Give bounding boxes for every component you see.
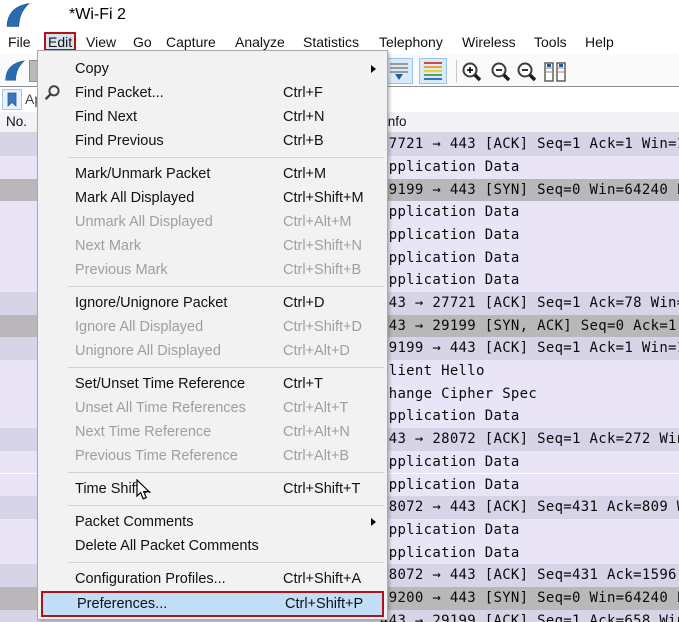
zoom-out-icon[interactable] [490,61,513,83]
menu-item-delete-all-packet-comments[interactable]: Delete All Packet Comments [38,534,387,558]
menu-separator [38,501,387,510]
menubar-item-help[interactable]: Help [585,30,614,55]
menu-item-packet-comments[interactable]: Packet Comments [38,510,387,534]
menu-separator [38,558,387,567]
menu-item-find-next[interactable]: Find NextCtrl+N [38,105,387,129]
menu-separator [38,363,387,372]
menu-separator [38,282,387,291]
menu-separator [38,468,387,477]
menu-item-previous-mark[interactable]: Previous MarkCtrl+Shift+B [38,258,387,282]
wireshark-fin-icon [4,2,31,28]
menubar-item-wireless[interactable]: Wireless [462,30,516,55]
menu-separator [38,153,387,162]
resize-columns-icon[interactable] [543,61,567,83]
menu-item-set-unset-time-reference[interactable]: Set/Unset Time ReferenceCtrl+T [38,372,387,396]
menu-item-find-packet[interactable]: Find Packet...Ctrl+F [38,81,387,105]
toolbar-separator [456,60,457,82]
column-header-no[interactable]: No. [6,112,27,133]
wireshark-fin-icon[interactable] [3,59,26,82]
bookmark-icon[interactable] [2,89,22,110]
zoom-original-icon[interactable] [516,61,539,83]
menu-item-unmark-all-displayed[interactable]: Unmark All DisplayedCtrl+Alt+M [38,210,387,234]
menu-item-next-time-reference[interactable]: Next Time ReferenceCtrl+Alt+N [38,420,387,444]
menubar-item-file[interactable]: File [8,30,31,55]
submenu-arrow-icon [371,65,376,73]
menu-item-ignore-all-displayed[interactable]: Ignore All DisplayedCtrl+Shift+D [38,315,387,339]
menu-item-copy[interactable]: Copy [38,57,387,81]
scroll-to-bottom-icon[interactable] [385,58,413,84]
menu-item-next-mark[interactable]: Next MarkCtrl+Shift+N [38,234,387,258]
menu-item-unset-all-time-references[interactable]: Unset All Time ReferencesCtrl+Alt+T [38,396,387,420]
zoom-in-icon[interactable] [461,61,484,83]
menu-item-unignore-all-displayed[interactable]: Unignore All DisplayedCtrl+Alt+D [38,339,387,363]
mouse-cursor [136,479,151,501]
menu-item-find-previous[interactable]: Find PreviousCtrl+B [38,129,387,153]
wireshark-window: 27721 → 443 [ACK] Seq=1 Ack=1 Win=1026 L… [0,0,679,622]
menu-item-configuration-profiles[interactable]: Configuration Profiles...Ctrl+Shift+A [38,567,387,591]
menu-item-ignore-unignore-packet[interactable]: Ignore/Unignore PacketCtrl+D [38,291,387,315]
menu-item-mark-all-displayed[interactable]: Mark All DisplayedCtrl+Shift+M [38,186,387,210]
menubar-item-tools[interactable]: Tools [534,30,567,55]
menu-item-previous-time-reference[interactable]: Previous Time ReferenceCtrl+Alt+B [38,444,387,468]
menu-item-time-shift[interactable]: Time Shift...Ctrl+Shift+T [38,477,387,501]
title-bar[interactable]: *Wi-Fi 2 [0,0,679,30]
edit-dropdown-menu: CopyFind Packet...Ctrl+FFind NextCtrl+NF… [37,50,388,620]
find-icon [43,84,61,102]
menu-item-preferences[interactable]: Preferences...Ctrl+Shift+P [41,591,384,617]
window-title: *Wi-Fi 2 [69,0,126,30]
menu-item-mark-unmark-packet[interactable]: Mark/Unmark PacketCtrl+M [38,162,387,186]
colorize-icon[interactable] [419,58,447,84]
menubar-item-telephony[interactable]: Telephony [379,30,443,55]
submenu-arrow-icon [371,518,376,526]
